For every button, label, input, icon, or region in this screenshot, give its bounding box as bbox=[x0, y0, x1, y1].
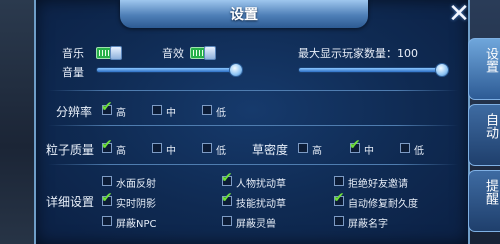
grass-high-label: 高 bbox=[312, 146, 322, 157]
check-icon: ✔ bbox=[221, 170, 233, 186]
hide-pets-label: 屏蔽灵兽 bbox=[236, 219, 276, 230]
tab-reminder[interactable]: 提醒 bbox=[468, 170, 500, 232]
divider bbox=[48, 90, 458, 91]
realtime-shadow-checkbox[interactable]: ✔ bbox=[101, 191, 113, 206]
hide-npc-label: 屏蔽NPC bbox=[116, 219, 157, 230]
realtime-shadow-label: 实时阴影 bbox=[116, 199, 156, 210]
music-label: 音乐 bbox=[62, 47, 84, 60]
resolution-mid-label: 中 bbox=[166, 108, 176, 119]
grass-mid-checkbox[interactable]: ✔ bbox=[349, 138, 361, 153]
grass-low-label: 低 bbox=[414, 146, 424, 157]
sfx-toggle[interactable] bbox=[190, 46, 216, 60]
volume-slider[interactable] bbox=[96, 63, 243, 77]
resolution-high-checkbox[interactable]: ✔ bbox=[101, 100, 113, 115]
resolution-low-checkbox[interactable] bbox=[202, 105, 212, 115]
particle-high-label: 高 bbox=[116, 146, 126, 157]
particle-low-checkbox[interactable] bbox=[202, 143, 212, 153]
resolution-high-label: 高 bbox=[116, 108, 126, 119]
water-reflection-label: 水面反射 bbox=[116, 179, 156, 190]
particle-high-checkbox[interactable]: ✔ bbox=[101, 138, 113, 153]
check-icon: ✔ bbox=[349, 137, 361, 153]
water-reflection-checkbox[interactable] bbox=[102, 176, 112, 186]
hide-names-label: 屏蔽名字 bbox=[348, 219, 388, 230]
divider bbox=[48, 164, 458, 165]
cut-off-row bbox=[36, 236, 468, 244]
volume-slider-knob[interactable] bbox=[229, 63, 243, 77]
check-icon: ✔ bbox=[101, 190, 113, 206]
tab-auto[interactable]: 自动 bbox=[468, 104, 500, 166]
resolution-mid-checkbox[interactable] bbox=[152, 105, 162, 115]
resolution-label: 分辨率 bbox=[56, 105, 93, 119]
tab-settings[interactable]: 设置 bbox=[468, 38, 500, 100]
character-grass-checkbox[interactable]: ✔ bbox=[221, 171, 233, 186]
particle-quality-label: 粒子质量 bbox=[46, 143, 95, 157]
title-bar: 设置 bbox=[120, 0, 368, 28]
dialog-title: 设置 bbox=[230, 7, 258, 23]
max-players-label: 最大显示玩家数量：100 bbox=[298, 47, 418, 60]
character-grass-label: 人物扰动草 bbox=[236, 179, 286, 190]
sfx-label: 音效 bbox=[162, 47, 184, 60]
max-players-slider-knob[interactable] bbox=[435, 63, 449, 77]
reject-friend-invite-checkbox[interactable] bbox=[334, 176, 344, 186]
hide-npc-checkbox[interactable] bbox=[102, 216, 112, 226]
hide-names-checkbox[interactable] bbox=[334, 216, 344, 226]
grass-low-checkbox[interactable] bbox=[400, 143, 410, 153]
grass-high-checkbox[interactable] bbox=[298, 143, 308, 153]
check-icon: ✔ bbox=[101, 99, 113, 115]
skill-grass-checkbox[interactable]: ✔ bbox=[221, 191, 233, 206]
auto-repair-label: 自动修复耐久度 bbox=[348, 199, 418, 210]
details-label: 详细设置 bbox=[46, 195, 95, 209]
music-toggle[interactable] bbox=[96, 46, 122, 60]
reject-friend-invite-label: 拒绝好友邀请 bbox=[348, 179, 408, 190]
background-left bbox=[0, 0, 36, 244]
auto-repair-checkbox[interactable]: ✔ bbox=[333, 191, 345, 206]
check-icon: ✔ bbox=[333, 190, 345, 206]
check-icon: ✔ bbox=[101, 137, 113, 153]
grass-mid-label: 中 bbox=[364, 146, 374, 157]
hide-pets-checkbox[interactable] bbox=[222, 216, 232, 226]
particle-mid-label: 中 bbox=[166, 146, 176, 157]
close-icon[interactable]: ✕ bbox=[446, 1, 472, 28]
grass-density-label: 草密度 bbox=[252, 143, 289, 157]
particle-low-label: 低 bbox=[216, 146, 226, 157]
resolution-low-label: 低 bbox=[216, 108, 226, 119]
skill-grass-label: 技能扰动草 bbox=[236, 199, 286, 210]
volume-label: 音量 bbox=[62, 66, 84, 79]
divider bbox=[48, 125, 458, 126]
particle-mid-checkbox[interactable] bbox=[152, 143, 162, 153]
check-icon: ✔ bbox=[221, 190, 233, 206]
max-players-slider[interactable] bbox=[298, 63, 449, 77]
